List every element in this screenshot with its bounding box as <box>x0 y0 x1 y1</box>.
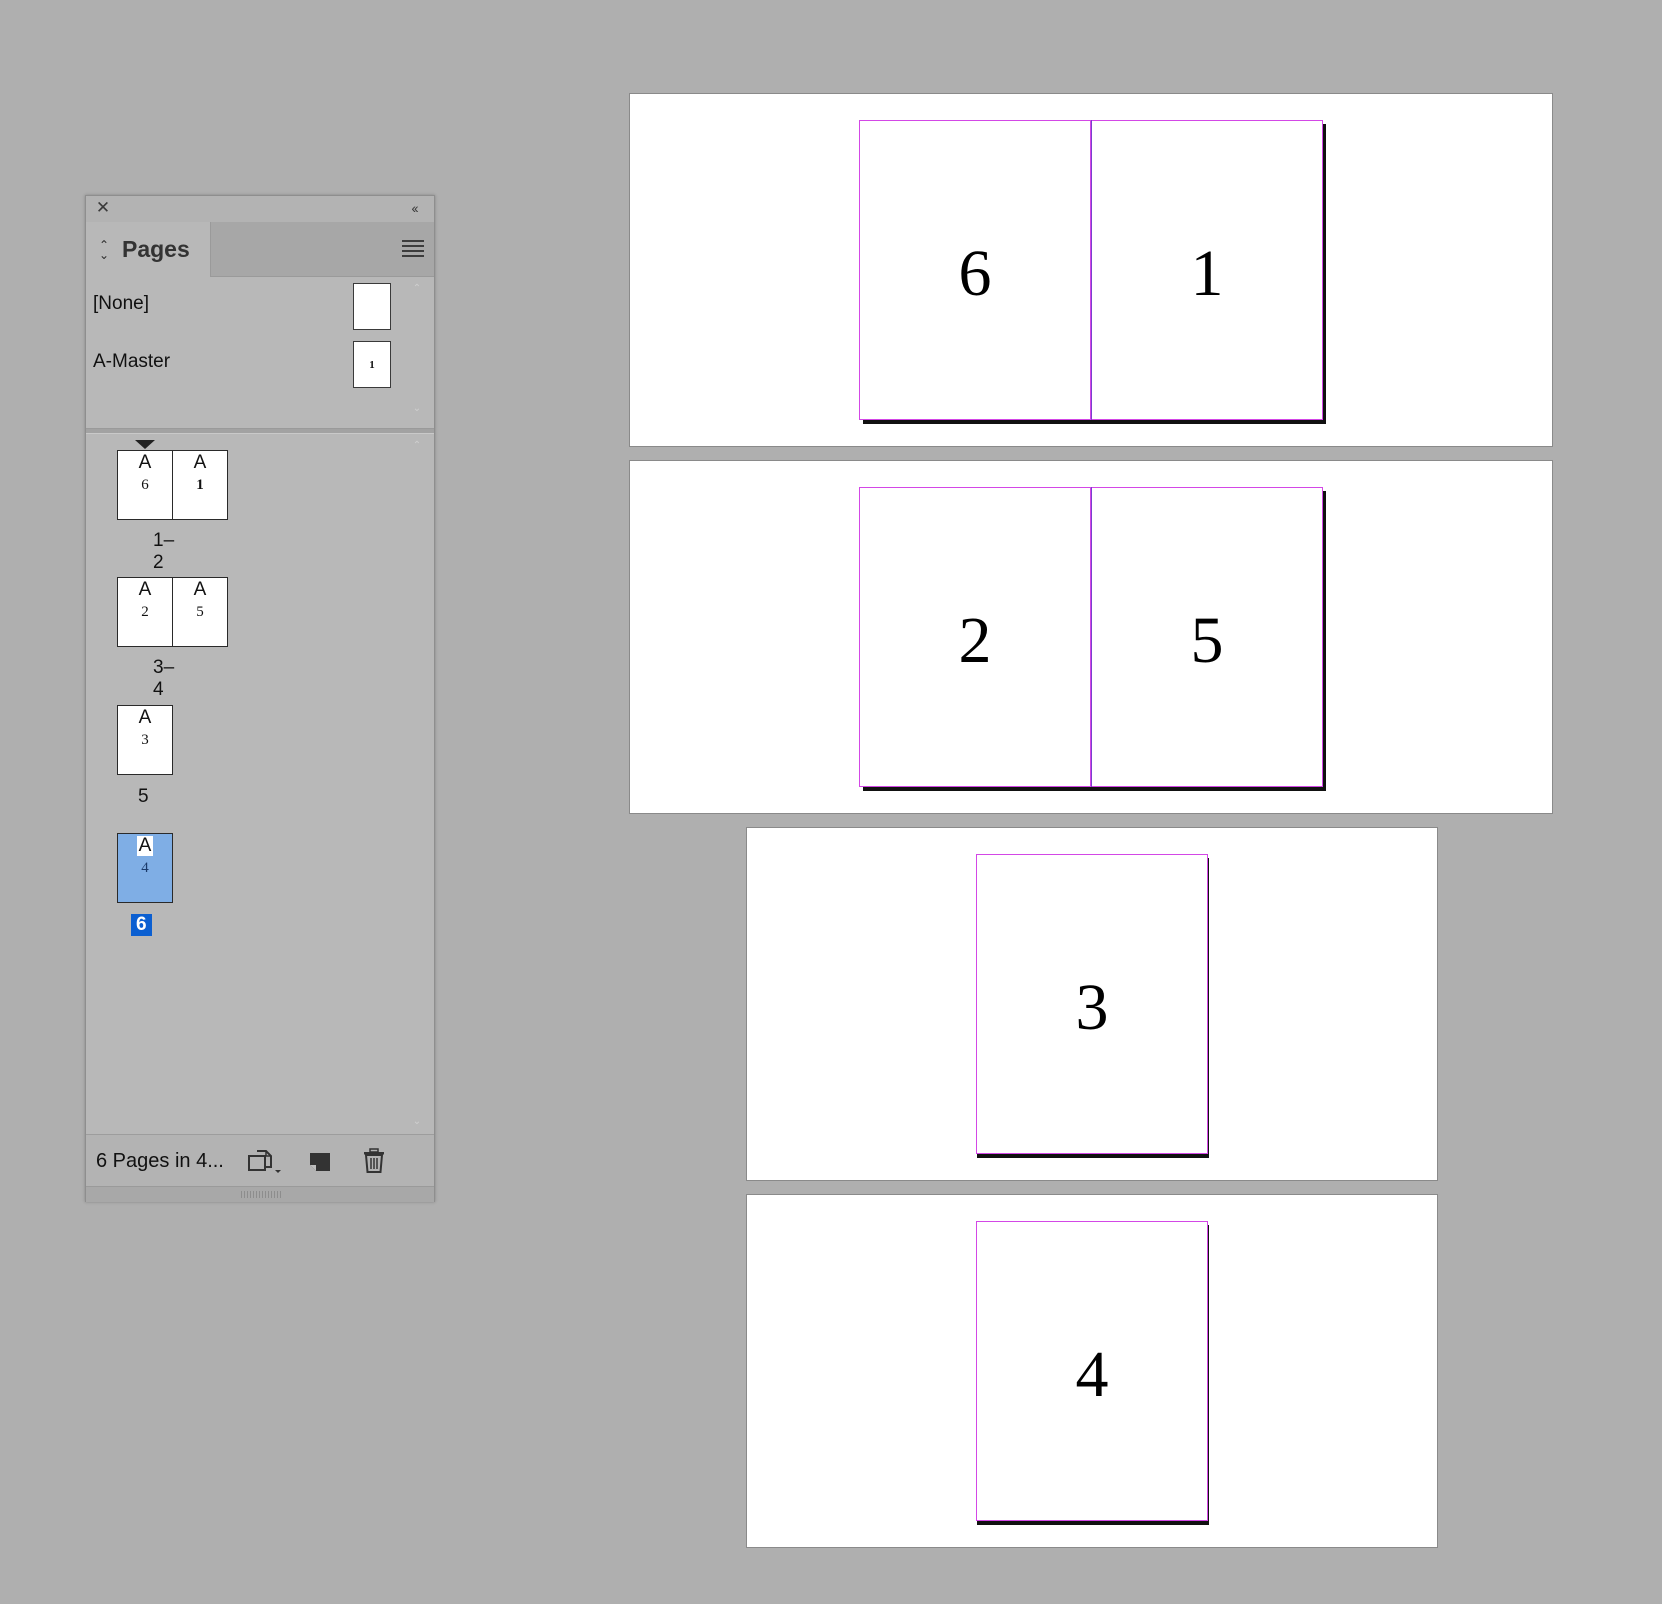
document-spread-3[interactable]: 3 <box>746 827 1438 1181</box>
new-page-icon[interactable] <box>307 1147 335 1175</box>
document-page[interactable]: 4 <box>976 1221 1208 1521</box>
document-page[interactable]: 3 <box>976 854 1208 1154</box>
page-master-prefix: A <box>193 579 207 600</box>
panel-resize-grip[interactable] <box>86 1186 434 1202</box>
masters-section: ⌃ [None] A-Master 1 ⌄ <box>86 277 434 425</box>
spread-spine <box>1091 120 1092 420</box>
page-thumb-number: 6 <box>141 477 149 493</box>
master-none-label: [None] <box>93 293 149 314</box>
document-page[interactable]: 1 <box>1091 120 1323 420</box>
page-count-status: 6 Pages in 4... <box>96 1150 224 1172</box>
document-spread-1[interactable]: 6 1 <box>629 93 1553 447</box>
page-thumbnail[interactable]: A 3 <box>117 705 173 775</box>
page-thumb-number: 1 <box>196 477 204 493</box>
page-thumbnail-selected[interactable]: A 4 <box>117 833 173 903</box>
page-thumbnail[interactable]: A 1 <box>172 450 228 520</box>
page-master-prefix: A <box>138 579 152 600</box>
spread-label: 1–2 <box>153 530 175 573</box>
tab-pages[interactable]: ⌃ ⌄ Pages <box>86 222 211 277</box>
master-none-thumbnail[interactable] <box>353 283 391 330</box>
panel-menu-icon[interactable] <box>402 240 424 258</box>
pages-scroll-up-icon[interactable]: ⌃ <box>410 440 424 451</box>
panel-footer: 6 Pages in 4... <box>86 1134 434 1187</box>
document-page-number: 5 <box>1190 604 1224 677</box>
document-spread-4[interactable]: 4 <box>746 1194 1438 1548</box>
document-page-number: 4 <box>1075 1338 1109 1411</box>
page-thumbnail[interactable]: A 6 <box>117 450 173 520</box>
master-a-thumbnail[interactable]: 1 <box>353 341 391 388</box>
document-page-number: 3 <box>1075 971 1109 1044</box>
panel-tabbar: ⌃ ⌄ Pages <box>86 222 434 277</box>
spread-label-selected: 6 <box>131 914 152 936</box>
document-page-number: 6 <box>958 237 992 310</box>
spread-start-marker-icon <box>135 440 155 449</box>
page-thumb-number: 4 <box>141 860 149 876</box>
master-a[interactable]: A-Master 1 <box>86 341 434 389</box>
document-page-number: 1 <box>1190 237 1224 310</box>
page-master-prefix: A <box>137 835 153 856</box>
tab-pages-label: Pages <box>122 236 190 262</box>
spread-label: 3–4 <box>153 657 175 700</box>
document-spread-2[interactable]: 2 5 <box>629 460 1553 814</box>
master-a-label: A-Master <box>93 351 171 372</box>
document-page[interactable]: 5 <box>1091 487 1323 787</box>
document-page[interactable]: 6 <box>859 120 1091 420</box>
document-page[interactable]: 2 <box>859 487 1091 787</box>
masters-scroll-down-icon[interactable]: ⌄ <box>410 403 424 414</box>
page-master-prefix: A <box>138 707 152 728</box>
master-none[interactable]: [None] <box>86 283 434 331</box>
section-divider[interactable] <box>86 428 434 434</box>
pages-panel: ✕ ‹‹ ⌃ ⌄ Pages ⌃ [None] A-Master 1 ⌄ ⌃ A … <box>85 195 435 1202</box>
page-thumbnail[interactable]: A 5 <box>172 577 228 647</box>
page-thumb-number: 3 <box>141 732 149 748</box>
page-thumb-number: 2 <box>141 604 149 620</box>
spread-label: 5 <box>138 786 149 807</box>
spread-spine <box>1091 487 1092 787</box>
trash-icon[interactable] <box>360 1147 388 1175</box>
document-page-number: 2 <box>958 604 992 677</box>
pages-scroll-down-icon[interactable]: ⌄ <box>410 1116 424 1127</box>
resize-grip-lines <box>241 1191 281 1198</box>
close-icon[interactable]: ✕ <box>94 199 112 217</box>
page-master-prefix: A <box>138 452 152 473</box>
page-thumbnail[interactable]: A 2 <box>117 577 173 647</box>
panel-titlebar[interactable]: ✕ ‹‹ <box>86 196 434 223</box>
collapse-icon[interactable]: ‹‹ <box>404 199 424 217</box>
page-master-prefix: A <box>193 452 207 473</box>
tab-arrows-icon: ⌃ ⌄ <box>99 238 110 262</box>
page-thumb-number: 5 <box>196 604 204 620</box>
edit-page-size-icon[interactable] <box>246 1147 281 1175</box>
